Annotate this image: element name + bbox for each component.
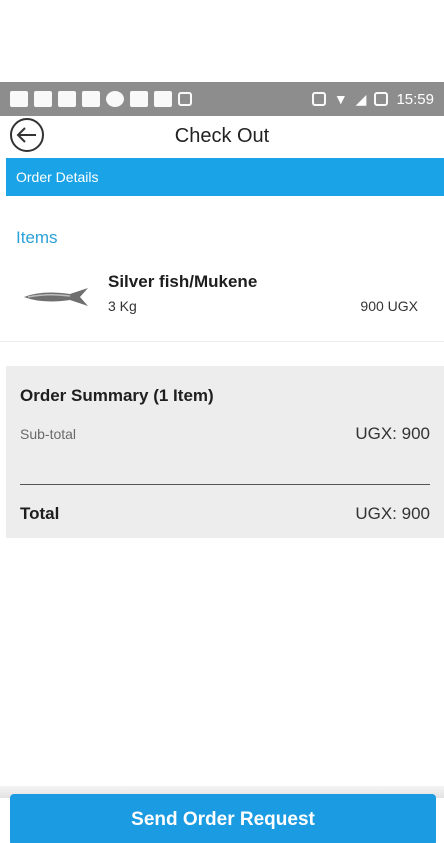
app-header: Check Out [0,116,444,156]
wifi-icon: ▼ [333,91,348,107]
battery-icon [374,92,389,106]
gallery-icon [58,91,76,107]
notification-bell-icon [178,92,192,106]
arrow-left-icon [16,127,36,143]
divider [20,484,430,485]
status-time: 15:59 [396,90,434,108]
gallery-icon [82,91,100,107]
signal-icon: ◢ [355,90,367,107]
order-summary: Order Summary (1 Item) Sub-total UGX: 90… [6,366,444,538]
gallery-icon [34,91,52,107]
notification-icons [10,91,192,107]
order-details-bar: Order Details [6,158,444,196]
back-button[interactable] [10,118,44,152]
page-title: Check Out [174,124,270,147]
total-label: Total [20,504,60,523]
list-item[interactable]: Silver fish/Mukene 3 Kg 900 UGX [0,264,444,342]
subtotal-value: UGX: 900 [355,424,430,443]
item-quantity: 3 Kg [108,298,137,314]
system-icons: ▼ ◢ 15:59 [311,90,434,108]
status-bar: ▼ ◢ 15:59 [0,82,444,116]
whatsapp-icon [106,91,124,107]
item-price: 900 UGX [360,298,418,314]
youtube-icon [154,91,172,107]
navigation-arrow-icon [10,91,28,107]
item-name: Silver fish/Mukene [108,272,258,291]
vibrate-icon [311,92,326,106]
youtube-icon [130,91,148,107]
subtotal-label: Sub-total [20,426,77,442]
summary-title: Order Summary (1 Item) [20,386,214,405]
total-value: UGX: 900 [355,504,430,523]
fish-image [24,288,88,306]
send-order-request-button[interactable]: Send Order Request [10,794,436,843]
items-label: Items [16,228,58,247]
